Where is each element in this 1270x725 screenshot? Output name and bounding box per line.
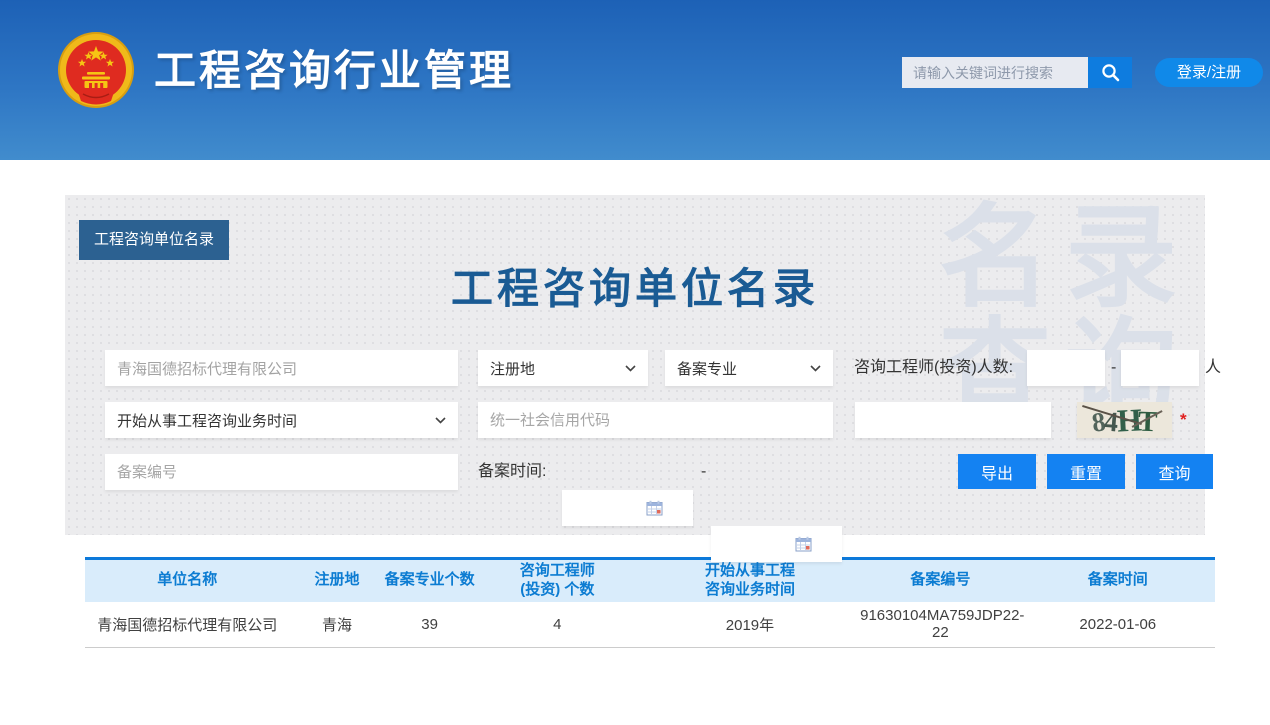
chevron-down-icon <box>435 417 446 424</box>
record-time-end-input[interactable] <box>711 526 842 562</box>
table-cell: 4 <box>475 602 640 648</box>
column-header: 注册地 <box>290 559 385 602</box>
calendar-icon <box>795 536 812 552</box>
registration-place-select[interactable]: 注册地 <box>478 350 648 386</box>
engineer-count-min-input[interactable] <box>1027 350 1105 386</box>
registration-place-value: 注册地 <box>490 358 535 379</box>
column-header: 咨询工程师 (投资) 个数 <box>475 559 640 602</box>
tab-directory[interactable]: 工程咨询单位名录 <box>79 220 229 260</box>
search-icon <box>1101 63 1120 82</box>
captcha-input[interactable] <box>855 402 1051 438</box>
reset-button[interactable]: 重置 <box>1047 454 1125 489</box>
site-header: 工程咨询行业管理 登录/注册 <box>0 0 1270 160</box>
range-dash: - <box>1111 350 1116 386</box>
required-asterisk: * <box>1180 402 1187 438</box>
table-cell: 2019年 <box>640 602 860 648</box>
calendar-icon <box>646 500 663 516</box>
table-body: 青海国德招标代理有限公司青海3942019年91630104MA759JDP22… <box>85 602 1215 648</box>
table-cell: 91630104MA759JDP22-22 <box>860 602 1020 648</box>
column-header: 备案编号 <box>860 559 1020 602</box>
export-button[interactable]: 导出 <box>958 454 1036 489</box>
directory-search-panel: 名录 查询 工程咨询单位名录 工程咨询单位名录 注册地 备案专业 咨询工程师(投… <box>65 195 1205 535</box>
range-dash: - <box>701 454 706 490</box>
captcha-image[interactable]: 84HT <box>1077 402 1172 438</box>
chevron-down-icon <box>810 365 821 372</box>
company-name-input[interactable] <box>105 350 458 386</box>
table-cell: 39 <box>384 602 474 648</box>
record-number-input[interactable] <box>105 454 458 490</box>
table-cell: 2022-01-06 <box>1021 602 1215 648</box>
results-table: 单位名称注册地备案专业个数咨询工程师 (投资) 个数开始从事工程 咨询业务时间备… <box>85 557 1215 648</box>
chevron-down-icon <box>625 365 636 372</box>
start-time-select[interactable]: 开始从事工程咨询业务时间 <box>105 402 458 438</box>
search-input[interactable] <box>902 57 1088 88</box>
query-button[interactable]: 查询 <box>1136 454 1213 489</box>
column-header: 开始从事工程 咨询业务时间 <box>640 559 860 602</box>
table-head-row: 单位名称注册地备案专业个数咨询工程师 (投资) 个数开始从事工程 咨询业务时间备… <box>85 559 1215 602</box>
table-row: 青海国德招标代理有限公司青海3942019年91630104MA759JDP22… <box>85 602 1215 648</box>
directory-title: 工程咨询单位名录 <box>65 255 1205 316</box>
person-unit-label: 人 <box>1205 350 1221 386</box>
record-time-label: 备案时间: <box>478 454 546 490</box>
start-time-value: 开始从事工程咨询业务时间 <box>117 410 297 431</box>
credit-code-input[interactable] <box>478 402 833 438</box>
column-header: 备案专业个数 <box>384 559 474 602</box>
page-title: 工程咨询行业管理 <box>154 48 514 94</box>
column-header: 备案时间 <box>1021 559 1215 602</box>
search-button[interactable] <box>1088 57 1132 88</box>
record-time-start-input[interactable] <box>562 490 693 526</box>
engineer-count-max-input[interactable] <box>1121 350 1199 386</box>
record-specialty-value: 备案专业 <box>677 358 737 379</box>
engineer-count-label: 咨询工程师(投资)人数: <box>854 350 1013 386</box>
table-cell: 青海国德招标代理有限公司 <box>85 602 290 648</box>
table-cell: 青海 <box>290 602 385 648</box>
record-specialty-select[interactable]: 备案专业 <box>665 350 833 386</box>
login-register-button[interactable]: 登录/注册 <box>1155 58 1263 87</box>
column-header: 单位名称 <box>85 559 290 602</box>
national-emblem-icon <box>56 30 136 110</box>
